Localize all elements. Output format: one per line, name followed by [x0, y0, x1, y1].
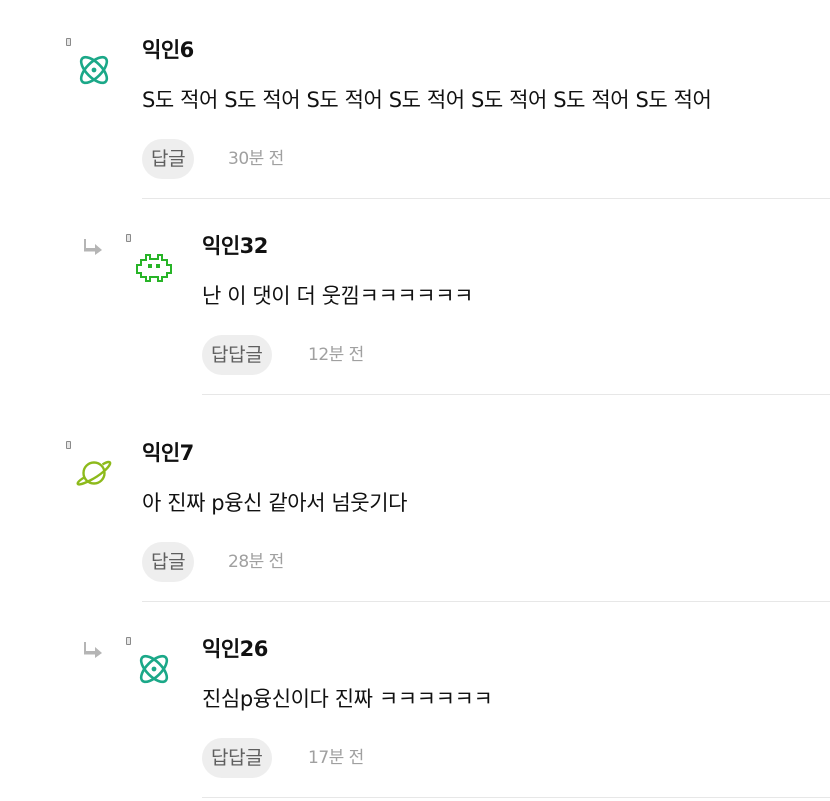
comment-timestamp: 12분 전 [308, 345, 364, 365]
planet-icon [74, 453, 114, 493]
atom-icon [74, 50, 114, 90]
comment-timestamp: 17분 전 [308, 748, 364, 768]
comment-author: 익인7 [142, 441, 194, 465]
comment-divider [202, 394, 830, 395]
reply-button[interactable]: 답답글 [202, 335, 272, 375]
comment-divider [202, 797, 830, 798]
comment-divider [142, 601, 830, 602]
reply-button[interactable]: 답답글 [202, 738, 272, 778]
comment-marker [66, 441, 71, 449]
comment-author: 익인32 [202, 234, 268, 258]
comment-marker [126, 234, 131, 242]
comment-author: 익인6 [142, 38, 194, 62]
reply-arrow-icon [84, 641, 104, 659]
comment-text: 진심p융신이다 진짜 ㅋㅋㅋㅋㅋㅋ [202, 687, 493, 711]
atom-icon [134, 649, 174, 689]
reply-button[interactable]: 답글 [142, 139, 195, 179]
comment-timestamp: 28분 전 [228, 552, 284, 572]
comment-text: 아 진짜 p융신 같아서 넘웃기다 [142, 491, 408, 515]
comment-text: 난 이 댓이 더 웃낌ㅋㅋㅋㅋㅋㅋ [202, 284, 474, 308]
space-invader-icon [134, 246, 174, 286]
comment-timestamp: 30분 전 [228, 149, 284, 169]
comment-marker [66, 38, 71, 46]
comment-text: S도 적어 S도 적어 S도 적어 S도 적어 S도 적어 S도 적어 S도 적… [142, 88, 712, 112]
comment-author: 익인26 [202, 637, 268, 661]
comment-marker [126, 637, 131, 645]
reply-arrow-icon [84, 238, 104, 256]
reply-button[interactable]: 답글 [142, 542, 195, 582]
comment-divider [142, 198, 830, 199]
